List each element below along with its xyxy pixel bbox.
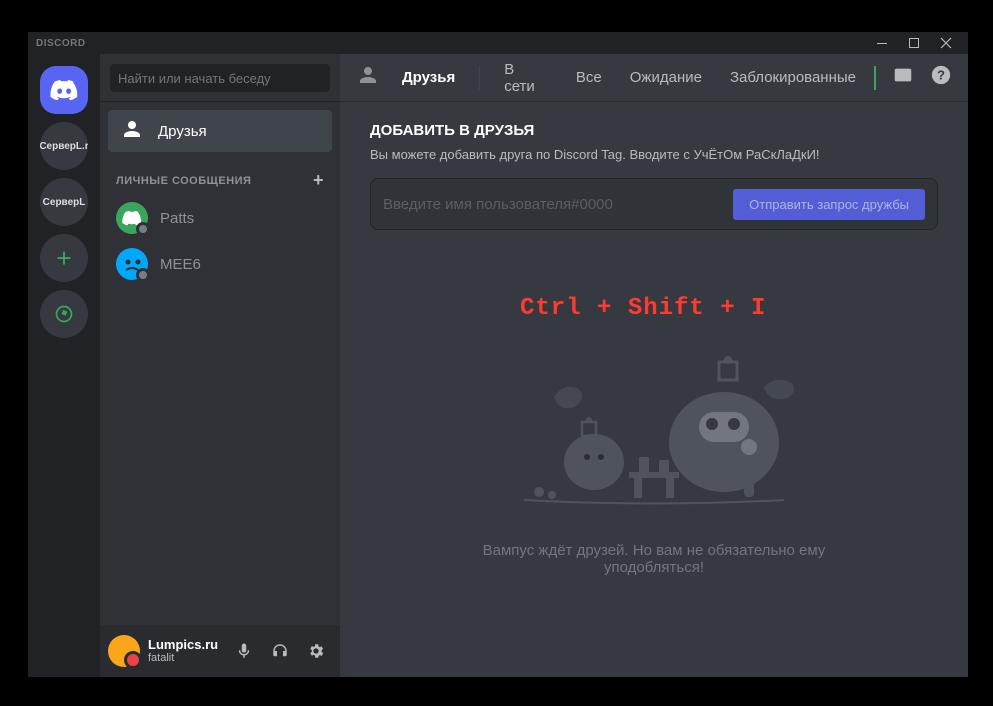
topbar: Друзья В сети Все Ожидание Заблокированн… [340, 54, 968, 102]
mute-button[interactable] [228, 635, 260, 667]
add-friend-indicator [874, 66, 876, 90]
server-item-2[interactable]: СерверL [40, 178, 88, 226]
add-friend-title: ДОБАВИТЬ В ДРУЗЬЯ [370, 122, 938, 139]
app-body: СерверL.r СерверL + Друзья ЛИЧНЫЕ СООБЩЕ… [28, 54, 968, 677]
close-button[interactable] [932, 32, 960, 54]
send-request-button[interactable]: Отправить запрос дружбы [733, 189, 925, 220]
dm-name: MEE6 [160, 256, 201, 273]
tab-all[interactable]: Все [566, 67, 612, 88]
add-friend-row: Отправить запрос дружбы [370, 178, 938, 230]
status-icon [136, 268, 150, 282]
new-group-dm-icon[interactable] [892, 64, 914, 91]
wumpus-illustration [474, 312, 834, 512]
user-name: Lumpics.ru [148, 637, 218, 653]
settings-button[interactable] [300, 635, 332, 667]
status-icon [136, 222, 150, 236]
maximize-button[interactable] [900, 32, 928, 54]
content: ДОБАВИТЬ В ДРУЗЬЯ Вы можете добавить дру… [340, 102, 968, 677]
svg-text:?: ? [937, 68, 945, 83]
discord-window: DISCORD СерверL.r СерверL + [28, 32, 968, 677]
home-button[interactable] [40, 66, 88, 114]
minimize-button[interactable] [868, 32, 896, 54]
tab-online[interactable]: В сети [494, 59, 558, 97]
empty-state-text: Вампус ждёт друзей. Но вам не обязательн… [464, 542, 844, 576]
window-controls [868, 32, 960, 54]
deafen-button[interactable] [264, 635, 296, 667]
divider [479, 66, 480, 90]
search-wrap [100, 54, 340, 102]
friends-label: Друзья [158, 123, 207, 140]
avatar [116, 202, 148, 234]
explore-button[interactable] [40, 290, 88, 338]
hotkey-annotation: Ctrl + Shift + I [520, 295, 766, 322]
tab-pending[interactable]: Ожидание [620, 67, 712, 88]
user-info: Lumpics.ru fatalit [148, 637, 218, 666]
friends-nav[interactable]: Друзья [108, 110, 332, 152]
new-dm-button[interactable]: + [313, 170, 324, 191]
dm-column: Друзья ЛИЧНЫЕ СООБЩЕНИЯ + Patts MEE6 [100, 54, 340, 677]
friends-icon [120, 117, 144, 145]
main-area: Друзья В сети Все Ожидание Заблокированн… [340, 54, 968, 677]
user-panel: Lumpics.ru fatalit [100, 625, 340, 677]
titlebar: DISCORD [28, 32, 968, 54]
tab-blocked[interactable]: Заблокированные [720, 67, 866, 88]
topbar-right: ? [874, 64, 952, 91]
friends-icon [356, 63, 380, 92]
dm-header: ЛИЧНЫЕ СООБЩЕНИЯ + [100, 152, 340, 195]
app-title: DISCORD [36, 38, 86, 49]
user-controls [228, 635, 332, 667]
dm-item[interactable]: MEE6 [108, 243, 332, 285]
dm-item[interactable]: Patts [108, 197, 332, 239]
add-friend-desc: Вы можете добавить друга по Discord Tag.… [370, 147, 938, 162]
user-avatar[interactable] [108, 635, 140, 667]
user-status: fatalit [148, 652, 218, 665]
server-rail: СерверL.r СерверL + [28, 54, 100, 677]
add-server-button[interactable]: + [40, 234, 88, 282]
tab-friends[interactable]: Друзья [392, 67, 465, 88]
help-icon[interactable]: ? [930, 64, 952, 91]
dm-name: Patts [160, 210, 194, 227]
avatar [116, 248, 148, 280]
server-item-1[interactable]: СерверL.r [40, 122, 88, 170]
dm-header-label: ЛИЧНЫЕ СООБЩЕНИЯ [116, 175, 251, 187]
add-friend-input[interactable] [383, 196, 733, 213]
search-input[interactable] [110, 64, 330, 92]
